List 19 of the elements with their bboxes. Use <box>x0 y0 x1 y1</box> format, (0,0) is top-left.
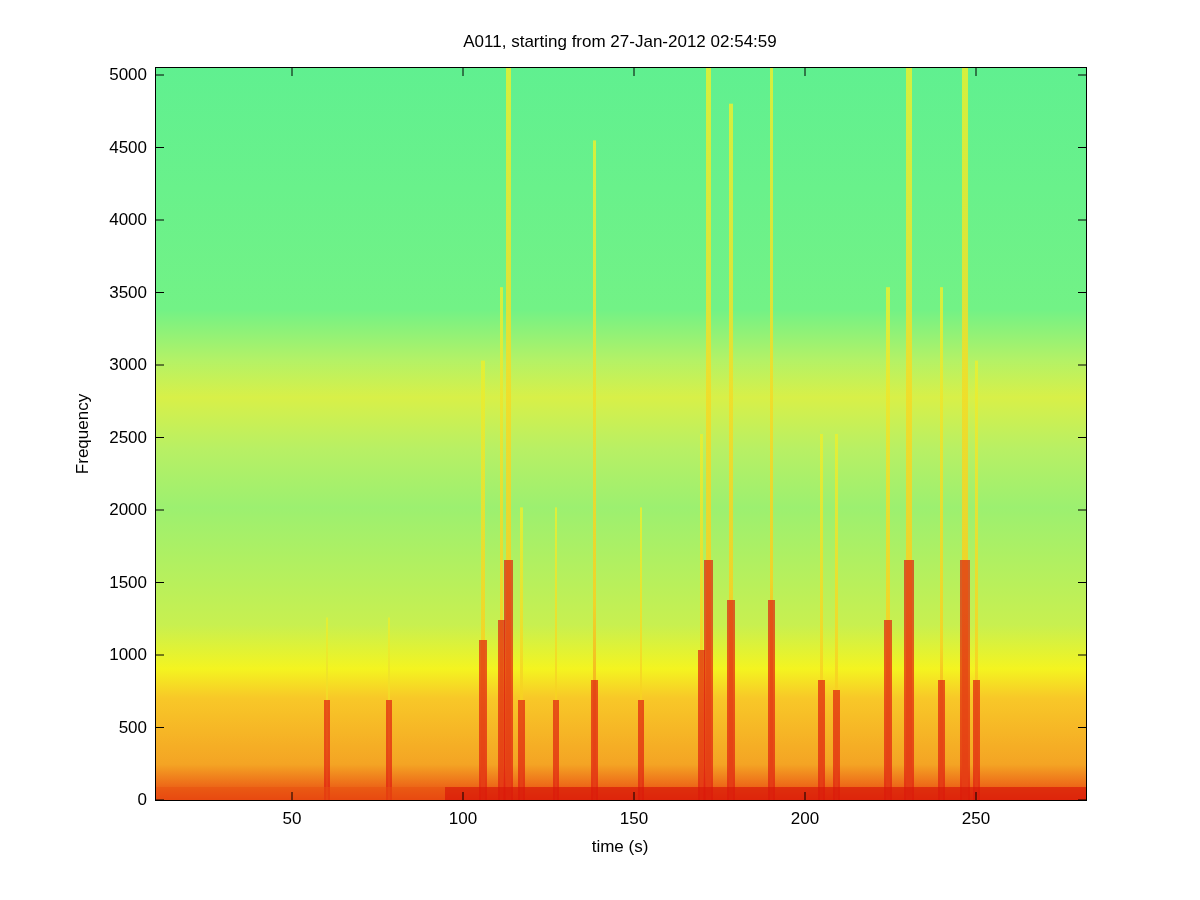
x-tick-label: 250 <box>961 809 991 829</box>
x-tick-label: 200 <box>790 809 820 829</box>
x-tick-label: 100 <box>448 809 478 829</box>
y-tick-label: 500 <box>118 717 147 738</box>
y-tick-label: 5000 <box>109 65 147 85</box>
y-tick-label: 3500 <box>109 282 147 303</box>
x-axis-label: time (s) <box>591 837 649 857</box>
y-tick-label: 2500 <box>109 427 147 448</box>
y-tick-label: 3000 <box>109 355 147 375</box>
y-tick-label: 4000 <box>109 210 147 230</box>
y-tick-label: 1000 <box>109 645 147 665</box>
y-tick-label: 0 <box>137 790 147 810</box>
x-tick-label: 50 <box>282 809 302 829</box>
y-axis-label: Frequency <box>73 393 93 475</box>
y-tick-label: 2000 <box>109 500 147 520</box>
x-tick-label: 150 <box>619 809 649 829</box>
y-tick-label: 1500 <box>109 572 147 593</box>
y-tick-label: 4500 <box>109 137 147 158</box>
chart-title: A011, starting from 27-Jan-2012 02:54:59 <box>462 32 778 52</box>
